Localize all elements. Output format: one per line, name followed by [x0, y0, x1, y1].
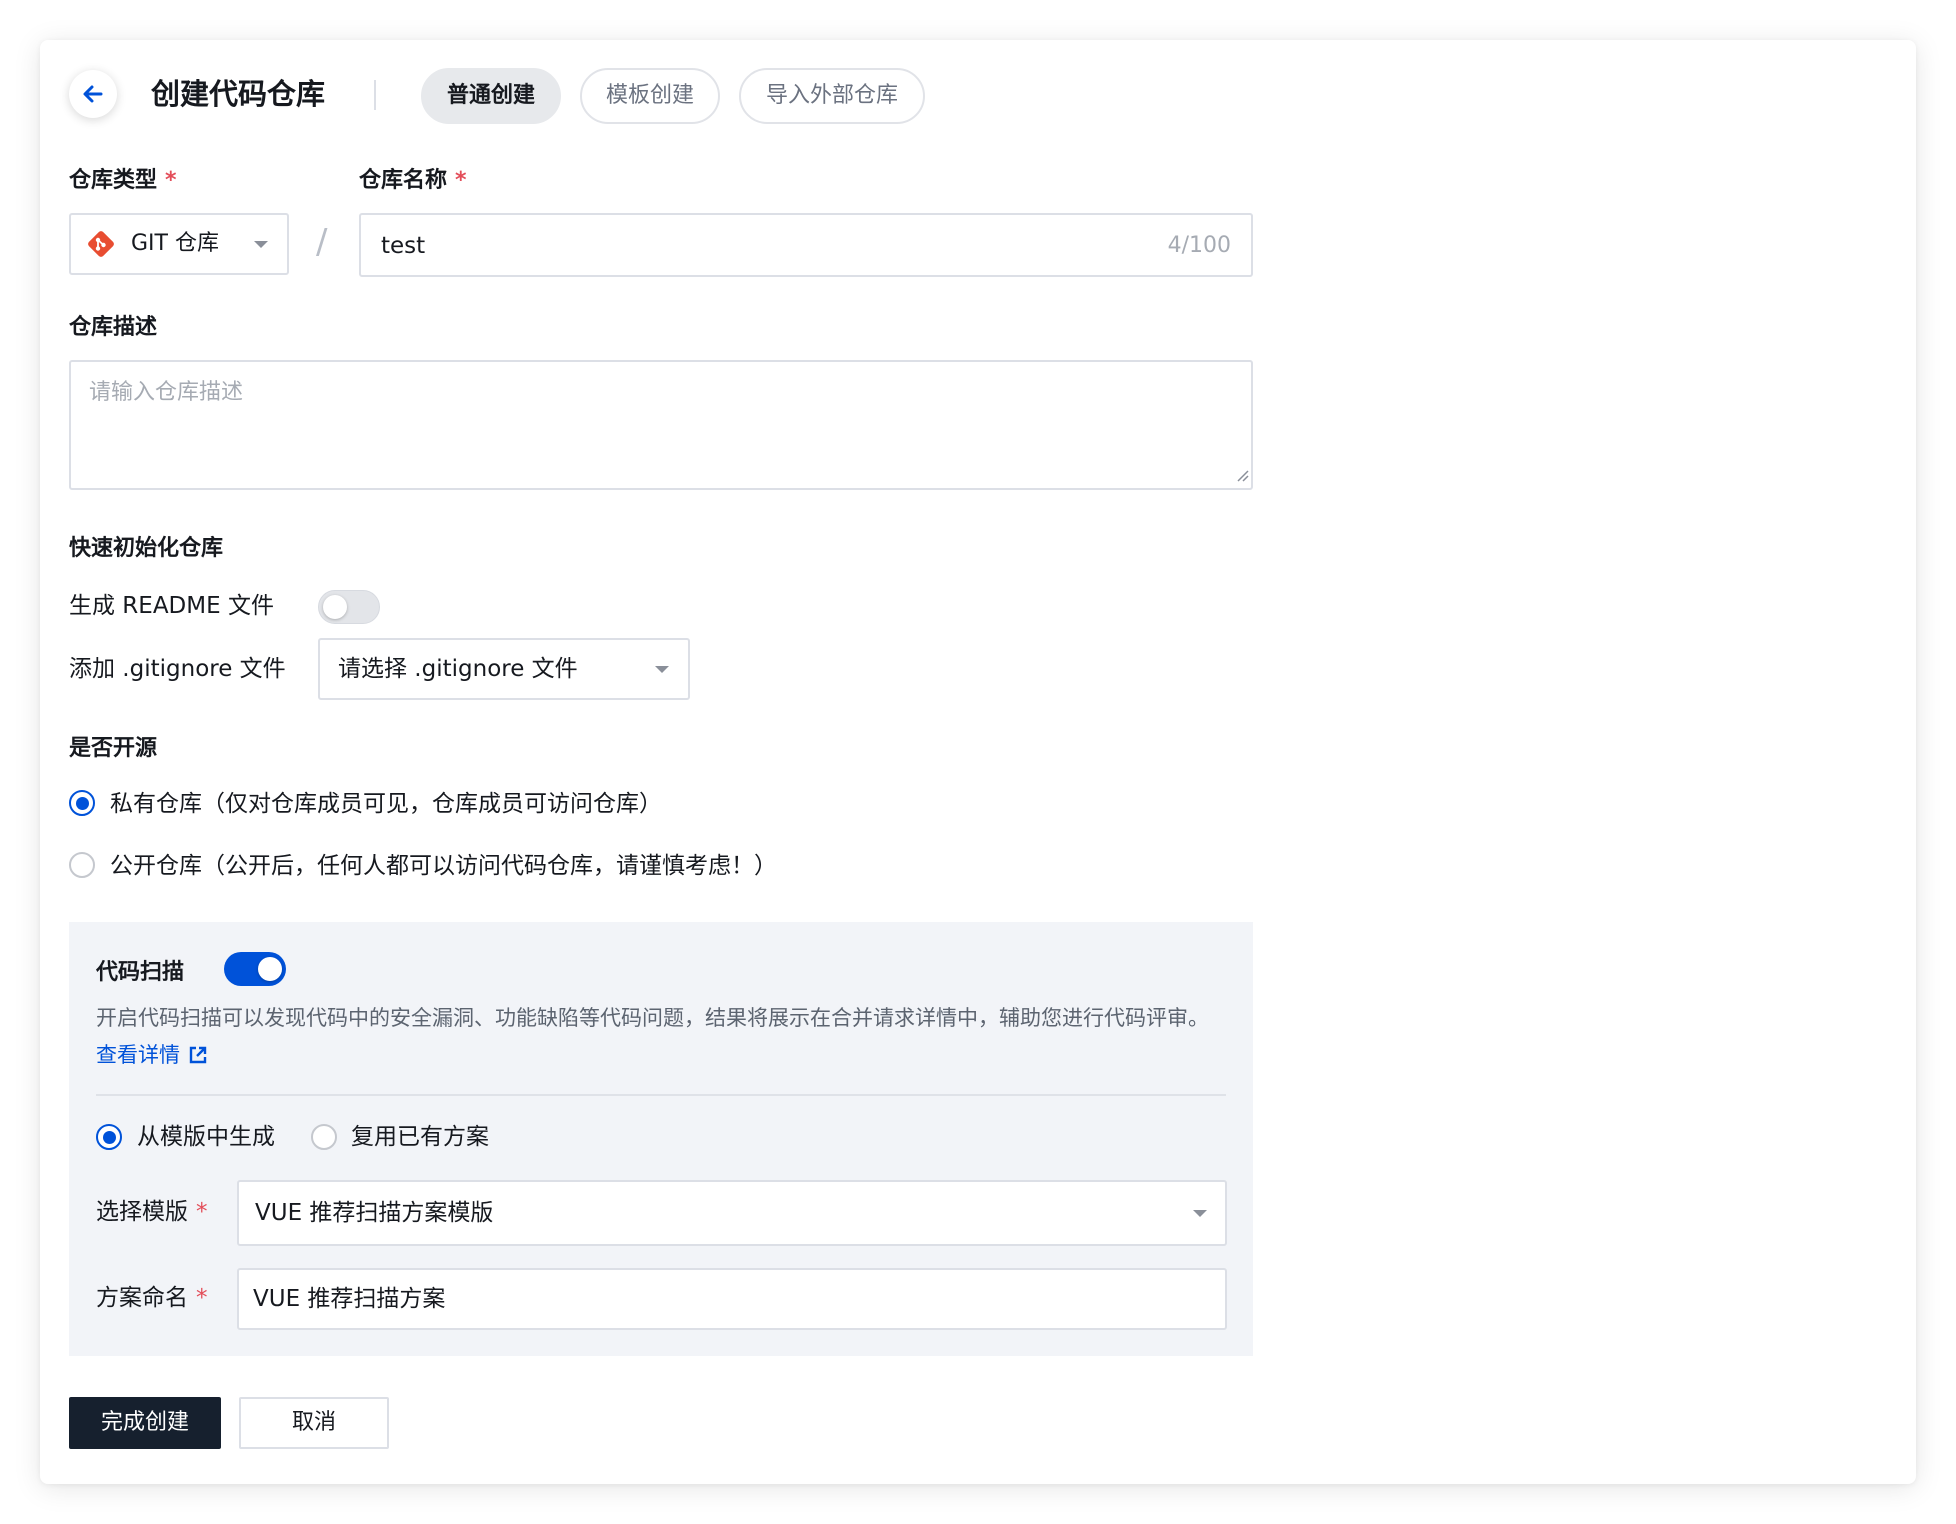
char-counter: 4/100 [1167, 233, 1231, 258]
radio-reuse-scheme[interactable] [311, 1124, 337, 1150]
radio-from-template[interactable] [96, 1124, 122, 1150]
git-icon [86, 229, 116, 263]
toggle-knob [258, 957, 282, 981]
scheme-name-input[interactable]: VUE 推荐扫描方案 [237, 1268, 1227, 1330]
repo-desc-textarea[interactable]: 请输入仓库描述 [69, 360, 1253, 490]
scheme-name-label: 方案命名 * [96, 1285, 208, 1311]
quick-init-heading: 快速初始化仓库 [69, 536, 224, 561]
repo-type-value: GIT 仓库 [131, 231, 219, 256]
repo-type-select[interactable]: GIT 仓库 [69, 213, 289, 275]
page-title: 创建代码仓库 [151, 77, 326, 111]
tab-import-external[interactable]: 导入外部仓库 [739, 68, 925, 124]
tab-normal-create[interactable]: 普通创建 [421, 68, 561, 124]
readme-toggle[interactable] [318, 590, 380, 624]
radio-private-label[interactable]: 私有仓库（仅对仓库成员可见，仓库成员可访问仓库） [110, 789, 662, 819]
template-select-value: VUE 推荐扫描方案模版 [255, 1200, 494, 1226]
repo-desc-label: 仓库描述 [69, 315, 158, 340]
resize-handle-icon[interactable] [1235, 467, 1249, 486]
toggle-knob [323, 595, 347, 619]
tab-template-create[interactable]: 模板创建 [580, 68, 720, 124]
repo-name-value: test [381, 233, 426, 259]
arrow-left-icon [82, 83, 104, 105]
repo-type-label: 仓库类型 * [69, 168, 177, 193]
chevron-down-icon [254, 241, 268, 248]
open-source-heading: 是否开源 [69, 736, 158, 761]
code-scan-heading: 代码扫描 [96, 960, 185, 985]
repo-name-label: 仓库名称 * [359, 168, 467, 193]
repo-name-field[interactable]: test 4/100 [359, 213, 1253, 277]
view-details-link[interactable]: 查看详情 [96, 1043, 208, 1067]
code-scan-panel: 代码扫描 开启代码扫描可以发现代码中的安全漏洞、功能缺陷等代码问题，结果将展示在… [69, 922, 1253, 1356]
radio-private[interactable] [69, 790, 95, 816]
code-scan-description: 开启代码扫描可以发现代码中的安全漏洞、功能缺陷等代码问题，结果将展示在合并请求详… [96, 1000, 1226, 1077]
chevron-down-icon [1193, 1210, 1207, 1217]
template-select-label: 选择模版 * [96, 1199, 208, 1225]
title-divider [374, 80, 376, 110]
submit-button[interactable]: 完成创建 [69, 1397, 221, 1449]
repo-desc-placeholder: 请输入仓库描述 [89, 380, 244, 405]
radio-public-label[interactable]: 公开仓库（公开后，任何人都可以访问代码仓库，请谨慎考虑！） [110, 851, 777, 881]
radio-reuse-scheme-label[interactable]: 复用已有方案 [351, 1122, 489, 1152]
radio-from-template-label[interactable]: 从模版中生成 [137, 1122, 275, 1152]
create-repo-card: 创建代码仓库 普通创建 模板创建 导入外部仓库 仓库类型 * GIT 仓库 / 仓… [40, 40, 1916, 1484]
external-link-icon [188, 1040, 208, 1077]
gitignore-select[interactable]: 请选择 .gitignore 文件 [318, 638, 690, 700]
template-select[interactable]: VUE 推荐扫描方案模版 [237, 1180, 1227, 1246]
readme-label: 生成 README 文件 [69, 593, 274, 619]
cancel-button[interactable]: 取消 [239, 1397, 389, 1449]
back-button[interactable] [69, 70, 117, 118]
code-scan-toggle[interactable] [224, 952, 286, 986]
gitignore-select-value: 请选择 .gitignore 文件 [338, 656, 578, 682]
chevron-down-icon [655, 666, 669, 673]
path-separator: / [316, 222, 328, 262]
panel-divider [96, 1094, 1226, 1096]
gitignore-label: 添加 .gitignore 文件 [69, 656, 286, 682]
scheme-name-value: VUE 推荐扫描方案 [253, 1286, 446, 1312]
radio-public[interactable] [69, 852, 95, 878]
